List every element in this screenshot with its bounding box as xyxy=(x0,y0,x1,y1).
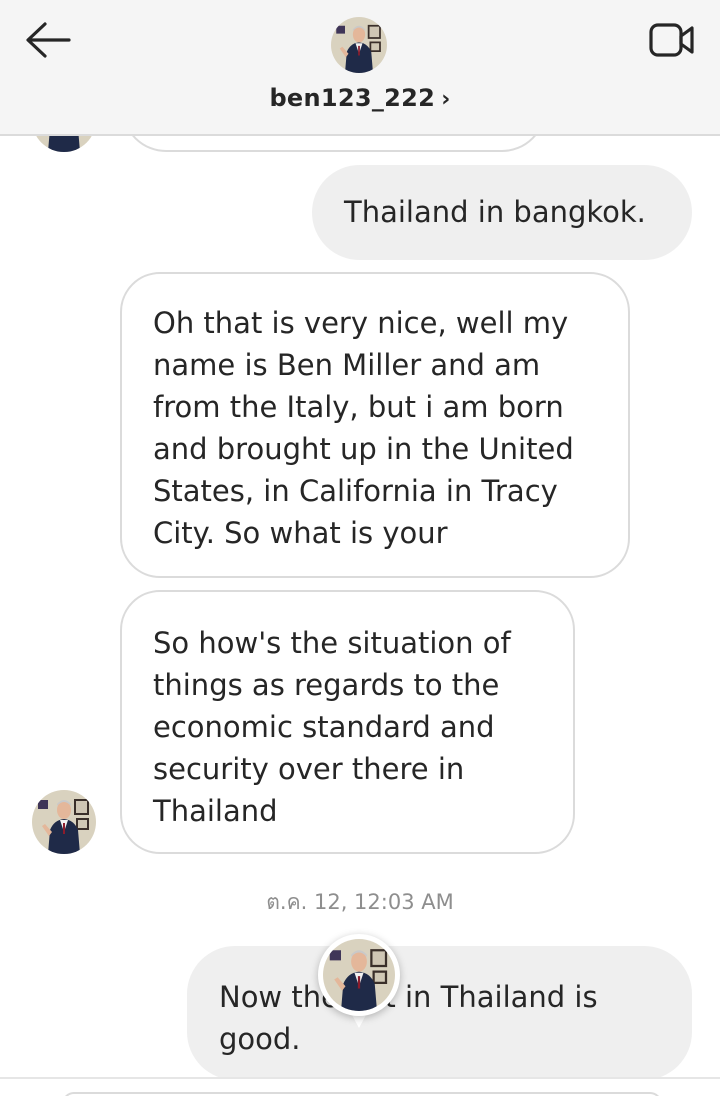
chevron-right-icon: › xyxy=(441,87,451,112)
chat-header: ben123_222 › xyxy=(0,0,720,136)
chat-screen: ben123_222 › Thailand in bangkok. Oh tha… xyxy=(0,0,720,1096)
outgoing-message[interactable]: Now the ent in Thailand is good. xyxy=(187,946,692,1080)
message-timestamp: ต.ค. 12, 12:03 AM xyxy=(266,890,454,914)
incoming-message[interactable]: Oh that is very nice, well my name is Be… xyxy=(120,272,630,578)
arrow-left-icon xyxy=(26,22,71,58)
seen-indicator xyxy=(318,934,400,1030)
outgoing-message[interactable]: Thailand in bangkok. xyxy=(312,165,692,260)
avatar xyxy=(331,17,387,73)
back-button[interactable] xyxy=(20,18,76,62)
username-label: ben123_222 xyxy=(269,84,436,112)
profile-avatar[interactable] xyxy=(331,17,387,73)
video-camera-icon xyxy=(649,23,694,57)
username-title[interactable]: ben123_222 › xyxy=(0,84,720,112)
avatar xyxy=(323,939,395,1011)
avatar xyxy=(32,790,96,854)
incoming-message[interactable]: So how's the situation of things as rega… xyxy=(120,590,575,854)
message-text-line: good. xyxy=(219,1022,301,1056)
message-text: So how's the situation of things as rega… xyxy=(153,626,511,828)
message-input[interactable] xyxy=(62,1092,662,1096)
message-text: Oh that is very nice, well my name is Be… xyxy=(153,306,574,550)
message-text-line: Now the ent in Thailand is xyxy=(219,980,598,1014)
sender-avatar[interactable] xyxy=(32,790,96,854)
message-text: Thailand in bangkok. xyxy=(344,195,646,229)
seen-avatar xyxy=(323,939,395,1011)
video-call-button[interactable] xyxy=(644,18,700,62)
